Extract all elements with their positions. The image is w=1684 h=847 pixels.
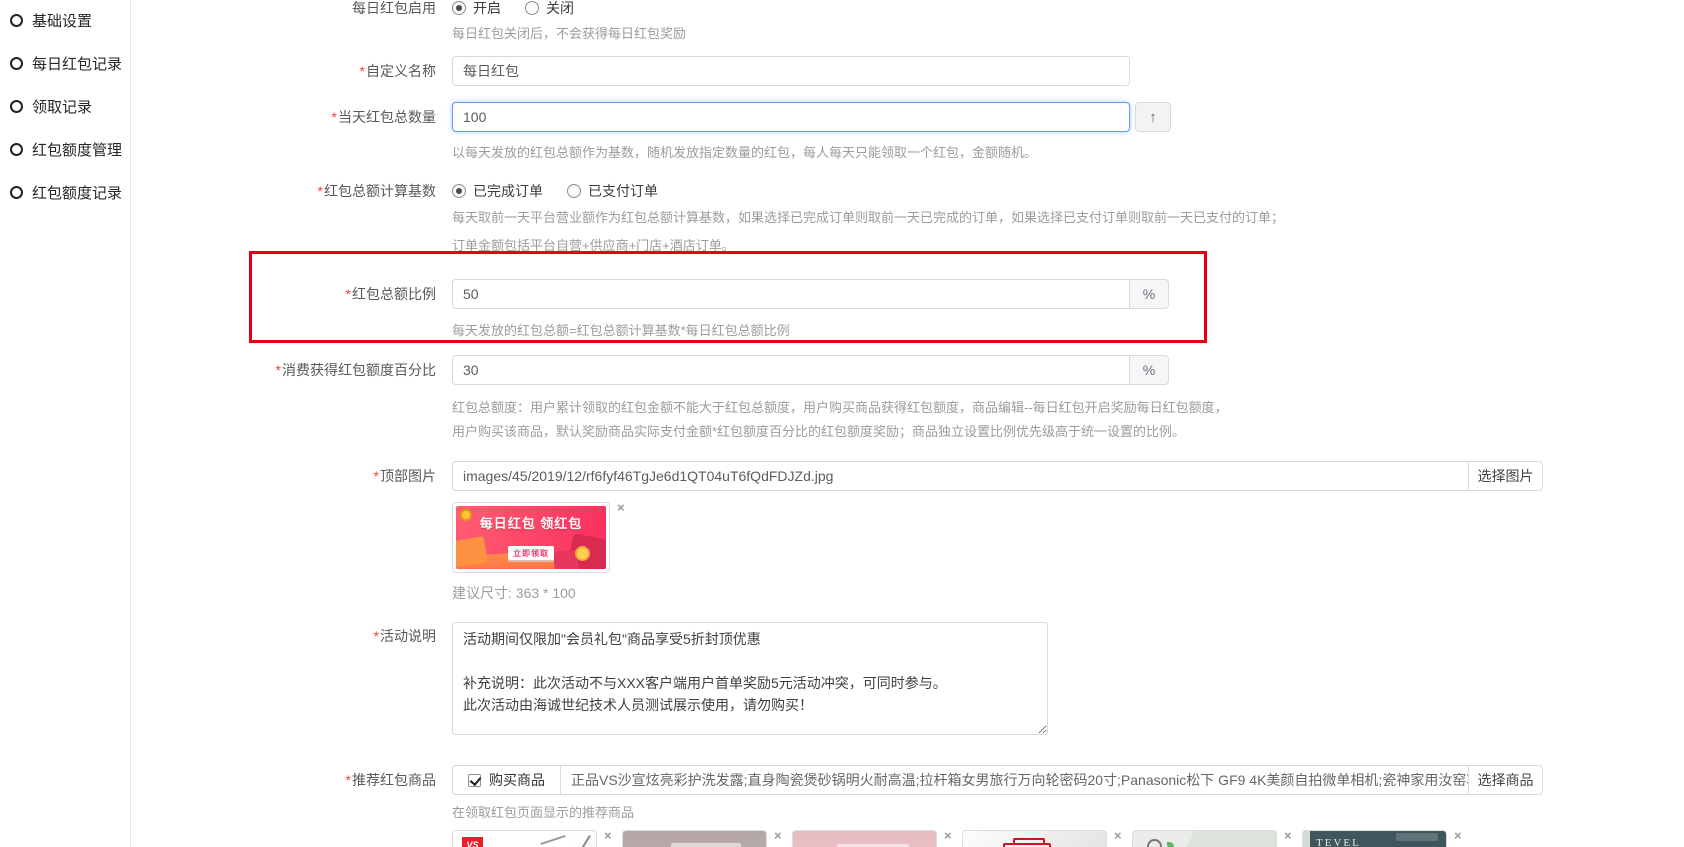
selected-products-text: 正品VS沙宣炫亮彩护洗发露;直身陶瓷煲砂锅明火耐高温;拉杆箱女男旅行万向轮密码2…	[560, 766, 1468, 794]
decoration	[1396, 833, 1438, 841]
help-text: 每日红包关闭后，不会获得每日红包奖励	[452, 26, 687, 41]
form-row-calc-base: *红包总额计算基数 已完成订单 已支付订单 每天取前一天平台营业额作为红包总额计…	[0, 182, 1684, 254]
decoration	[571, 835, 591, 847]
help-text: 在领取红包页面显示的推荐商品	[452, 805, 635, 820]
select-image-button[interactable]: 选择图片	[1468, 461, 1543, 491]
product-thumbnail: VS	[452, 830, 597, 847]
top-image-path-input[interactable]	[452, 461, 1469, 491]
product-thumbnail-item: TEVEL ×	[1302, 829, 1472, 847]
field-label: *消费获得红包额度百分比	[275, 362, 436, 378]
remove-product-icon[interactable]: ×	[1114, 829, 1122, 842]
suitcase-logo	[1003, 838, 1051, 847]
product-thumbnail-item: VS ×	[452, 829, 622, 847]
coin-icon	[575, 546, 590, 561]
decoration	[1303, 831, 1310, 847]
consume-percent-input[interactable]	[452, 355, 1130, 385]
radio-enable-on[interactable]: 开启	[452, 0, 501, 18]
radio-selected-icon	[452, 184, 466, 198]
product-thumbnails: VS × × × × × TEVEL ×	[452, 829, 1472, 847]
field-label: 每日红包启用	[352, 0, 436, 16]
percent-suffix: %	[1129, 279, 1169, 309]
radio-paid-orders[interactable]: 已支付订单	[567, 181, 658, 201]
radio-unselected-icon	[525, 1, 539, 15]
remove-product-icon[interactable]: ×	[944, 829, 952, 842]
stepper-up-button[interactable]: ↑	[1135, 102, 1171, 132]
size-hint: 建议尺寸: 363 * 100	[452, 585, 576, 601]
radio-unselected-icon	[567, 184, 581, 198]
custom-name-input[interactable]	[452, 56, 1130, 86]
help-text: 每天取前一天平台营业额作为红包总额计算基数，如果选择已完成订单则取前一天已完成的…	[452, 210, 1285, 225]
banner-preview: 每日红包 领红包 立即领取	[452, 502, 610, 573]
field-label: *自定义名称	[359, 63, 436, 79]
banner-image: 每日红包 领红包 立即领取	[456, 506, 606, 569]
brand-logo: VS	[462, 837, 483, 847]
camera-lens-logo	[1147, 839, 1162, 847]
decoration	[1180, 831, 1276, 847]
radio-enable-off[interactable]: 关闭	[525, 0, 574, 18]
form-row-name: *自定义名称	[0, 56, 1684, 86]
product-thumbnail	[792, 830, 937, 847]
help-text: 订单金额包括平台自营+供应商+门店+酒店订单。	[452, 238, 735, 253]
decoration	[671, 843, 741, 847]
remove-product-icon[interactable]: ×	[1454, 829, 1462, 842]
field-label: *顶部图片	[373, 468, 436, 484]
help-text: 用户购买该商品，默认奖励商品实际支付金额*红包额度百分比的红包额度奖励；商品独立…	[452, 424, 1186, 439]
product-thumbnail-item: ×	[792, 829, 962, 847]
arrow-up-icon: ↑	[1149, 108, 1157, 126]
help-text: 红包总额度：用户累计领取的红包金额不能大于红包总额度，用户购买商品获得红包额度，…	[452, 400, 1228, 415]
brand-logo: TEVEL	[1316, 837, 1361, 847]
banner-claim-button: 立即领取	[508, 546, 554, 560]
form-row-description: *活动说明 活动期间仅限加"会员礼包"商品享受5折封顶优惠 补充说明：此次活动不…	[0, 622, 1684, 735]
checkbox-checked-icon	[468, 773, 481, 787]
form-row-consume-percent: *消费获得红包额度百分比 % 红包总额度：用户累计领取的红包金额不能大于红包总额…	[0, 355, 1684, 440]
remove-image-icon[interactable]: ×	[617, 501, 625, 514]
product-thumbnail	[1132, 830, 1277, 847]
form-row-products: *推荐红包商品 购买商品 正品VS沙宣炫亮彩护洗发露;直身陶瓷煲砂锅明火耐高温;…	[0, 765, 1684, 847]
percent-suffix: %	[1129, 355, 1169, 385]
field-label: *推荐红包商品	[345, 772, 436, 788]
field-label: *活动说明	[373, 628, 436, 644]
activity-description-textarea[interactable]: 活动期间仅限加"会员礼包"商品享受5折封顶优惠 补充说明：此次活动不与XXX客户…	[452, 622, 1048, 735]
daily-redpacket-settings-page: 基础设置 每日红包记录 领取记录 红包额度管理 红包额度记录 每日红包启用 开启	[0, 0, 1684, 847]
products-box: 购买商品 正品VS沙宣炫亮彩护洗发露;直身陶瓷煲砂锅明火耐高温;拉杆箱女男旅行万…	[452, 765, 1469, 795]
form-row-quantity: *当天红包总数量 ↑ 以每天发放的红包总额作为基数，随机发放指定数量的红包，每人…	[0, 102, 1684, 161]
form-row-top-image: *顶部图片 选择图片 每日红包 领红包 立即领取	[0, 461, 1684, 601]
product-thumbnail-item: ×	[622, 829, 792, 847]
ratio-input[interactable]	[452, 279, 1130, 309]
buy-product-checkbox[interactable]: 购买商品	[453, 766, 560, 794]
remove-product-icon[interactable]: ×	[604, 829, 612, 842]
radio-selected-icon	[452, 1, 466, 15]
help-text: 以每天发放的红包总额作为基数，随机发放指定数量的红包，每人每天只能领取一个红包，…	[452, 145, 1038, 160]
product-thumbnail-item: ×	[1132, 829, 1302, 847]
banner-title: 每日红包 领红包	[479, 516, 583, 531]
field-label: *红包总额比例	[345, 286, 436, 302]
quantity-input[interactable]	[452, 102, 1130, 132]
decoration	[540, 835, 566, 845]
remove-product-icon[interactable]: ×	[774, 829, 782, 842]
form-row-ratio: *红包总额比例 % 每天发放的红包总额=红包总额计算基数*每日红包总额比例	[0, 279, 1684, 339]
radio-completed-orders[interactable]: 已完成订单	[452, 181, 543, 201]
field-label: *当天红包总数量	[331, 109, 436, 125]
product-thumbnail	[622, 830, 767, 847]
product-thumbnail	[962, 830, 1107, 847]
select-product-button[interactable]: 选择商品	[1468, 765, 1543, 795]
remove-product-icon[interactable]: ×	[1284, 829, 1292, 842]
help-text: 每天发放的红包总额=红包总额计算基数*每日红包总额比例	[452, 323, 790, 338]
product-thumbnail: TEVEL	[1302, 830, 1447, 847]
form-row-enable: 每日红包启用 开启 关闭 每日红包关闭后，不会获得每日红包奖励	[0, 0, 1684, 42]
field-label: *红包总额计算基数	[317, 183, 436, 199]
leaf-icon	[1167, 842, 1174, 847]
product-thumbnail-item: ×	[962, 829, 1132, 847]
